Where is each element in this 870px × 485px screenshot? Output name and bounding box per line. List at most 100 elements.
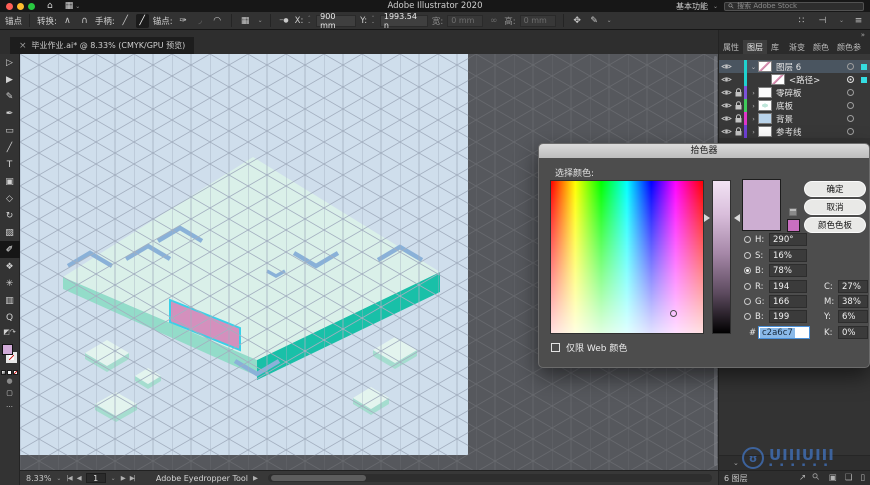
saturation-input[interactable]: 16% (769, 249, 807, 262)
green-radio[interactable] (744, 298, 751, 305)
status-tool-name[interactable]: Adobe Eyedropper Tool (156, 474, 248, 483)
shaper-tool[interactable]: ◇ (0, 190, 20, 207)
direct-selection-tool[interactable]: ▶ (0, 71, 20, 88)
snap-grid-icon[interactable]: ▦ (239, 14, 252, 28)
artboard-tool[interactable]: ▣ (0, 173, 20, 190)
red-radio[interactable] (744, 283, 751, 290)
hue-input[interactable]: 290° (769, 233, 807, 246)
web-only-checkbox[interactable] (551, 343, 560, 352)
brightness-slider[interactable] (712, 180, 731, 334)
screen-mode-icon[interactable]: ▢ (0, 387, 20, 399)
target-circle-selected[interactable] (847, 76, 854, 83)
layer-row-background[interactable]: › 背景 (719, 112, 870, 125)
pen-tool[interactable]: ✒ (0, 105, 20, 122)
artboard-number-input[interactable]: 1 (85, 473, 106, 483)
cut-path-button[interactable]: ◠ (211, 14, 224, 28)
transform-icon[interactable]: ✥ (571, 14, 584, 28)
y-input[interactable]: 1993.54 n (379, 12, 428, 30)
next-artboard-icon[interactable]: ▶ (121, 474, 126, 482)
visibility-eye-icon[interactable] (719, 89, 733, 96)
target-circle[interactable] (847, 102, 854, 109)
paintbrush-tool[interactable]: ╱ (0, 139, 20, 156)
target-circle[interactable] (847, 89, 854, 96)
fill-stroke-toggle[interactable]: ◩ ↷ (0, 326, 20, 338)
edit-toolbar-icon[interactable]: … (0, 399, 20, 411)
tab-libraries[interactable]: 库 (767, 40, 783, 54)
height-input[interactable]: 0 mm (519, 14, 556, 27)
scrollbar-thumb[interactable] (270, 475, 366, 481)
workspace-switcher[interactable]: 基本功能 ⌄ (676, 1, 718, 12)
collapse-group-chevron-icon[interactable]: ⌄ (733, 459, 739, 467)
gradient-tool[interactable]: ▨ (0, 224, 20, 241)
reference-point-icon[interactable]: ─● (278, 14, 291, 28)
link-dimensions-icon[interactable]: ∞ (487, 14, 500, 28)
convert-to-corner-button[interactable]: ∧ (61, 14, 74, 28)
home-icon[interactable]: ⌂ (47, 1, 53, 11)
x-stepper[interactable]: ⌃ ⌄ (307, 17, 311, 24)
blue-radio[interactable] (744, 313, 751, 320)
new-layer-icon[interactable]: ❏ (845, 473, 853, 483)
out-of-web-gamut-icon[interactable] (789, 208, 797, 216)
layer-name[interactable]: 底板 (776, 100, 844, 112)
layer-row-scraps[interactable]: › 零碎板 (719, 86, 870, 99)
layer-thumbnail[interactable] (758, 87, 772, 98)
tab-color[interactable]: 颜色 (809, 40, 833, 54)
arrange-documents-icon[interactable]: ▦ (65, 1, 74, 11)
show-handles-button[interactable]: ╱ (119, 14, 132, 28)
layer-thumbnail[interactable] (758, 113, 772, 124)
brightness-radio[interactable] (744, 267, 751, 274)
document-tab[interactable]: × 毕业作业.ai* @ 8.33% (CMYK/GPU 预览) (10, 37, 195, 54)
width-input[interactable]: 0 mm (447, 14, 484, 27)
tab-layers[interactable]: 图层 (743, 40, 767, 54)
zoom-level[interactable]: 8.33% (26, 474, 51, 483)
draw-mode-icon[interactable]: ● (0, 375, 20, 387)
color-swatches-button[interactable]: 颜色色板 (804, 217, 866, 233)
red-input[interactable]: 194 (769, 280, 807, 293)
ok-button[interactable]: 确定 (804, 181, 866, 197)
locate-object-icon[interactable]: ⚲ (811, 471, 823, 484)
connect-anchor-button[interactable]: ◞ (194, 14, 207, 28)
layer-row-guides[interactable]: › 参考线 (719, 125, 870, 138)
layer-name[interactable]: 背景 (776, 113, 844, 125)
layer-thumbnail[interactable] (758, 126, 772, 137)
dialog-title-bar[interactable]: 拾色器 (539, 144, 869, 158)
dock-panel-icon[interactable]: ⊣ (816, 14, 829, 28)
color-spectrum-field[interactable] (550, 180, 704, 334)
selection-indicator[interactable] (860, 63, 867, 70)
hide-handles-button[interactable]: ╱ (135, 13, 149, 28)
close-window-button[interactable] (6, 2, 13, 10)
zoom-window-button[interactable] (28, 2, 35, 10)
lock-icon[interactable] (733, 114, 744, 123)
selection-indicator[interactable] (860, 76, 867, 83)
layer-row-layer6[interactable]: ⌄ 图层 6 (719, 60, 870, 73)
layer-thumbnail[interactable] (758, 100, 772, 111)
column-graph-tool[interactable]: ▥ (0, 292, 20, 309)
saturation-radio[interactable] (744, 252, 751, 259)
black-input[interactable]: 0% (838, 326, 868, 339)
hex-input[interactable]: c2a6c7 (758, 326, 810, 339)
layer-row-baseplate[interactable]: › 底板 (719, 99, 870, 112)
lock-icon[interactable] (733, 127, 744, 136)
x-input[interactable]: 900 mm (316, 12, 357, 30)
horizontal-scrollbar[interactable] (267, 474, 712, 482)
symbol-sprayer-tool[interactable]: ✳ (0, 275, 20, 292)
y-stepper[interactable]: ⌃ ⌄ (371, 17, 375, 24)
expand-chevron-icon[interactable]: › (749, 128, 758, 136)
prev-artboard-icon[interactable]: ◀ (77, 474, 82, 482)
layer-name[interactable]: 图层 6 (776, 61, 844, 73)
convert-to-smooth-button[interactable]: ∩ (78, 14, 91, 28)
stock-search-input[interactable]: ⚲ 搜索 Adobe Stock (724, 1, 864, 11)
close-document-icon[interactable]: × (19, 41, 27, 51)
lock-icon[interactable] (733, 88, 744, 97)
layer-name[interactable]: <路径> (789, 74, 844, 86)
layer-name[interactable]: 参考线 (776, 126, 844, 138)
blue-input[interactable]: 199 (769, 310, 807, 323)
type-tool[interactable]: T (0, 156, 20, 173)
more-options-icon[interactable]: ∷ (795, 14, 808, 28)
lock-icon[interactable] (733, 101, 744, 110)
zoom-tool[interactable]: Q (0, 309, 20, 326)
fill-swatch[interactable] (1, 344, 13, 355)
previous-color-swatch[interactable] (787, 219, 800, 232)
layer-thumbnail[interactable] (758, 61, 772, 72)
visibility-eye-icon[interactable] (719, 76, 733, 83)
